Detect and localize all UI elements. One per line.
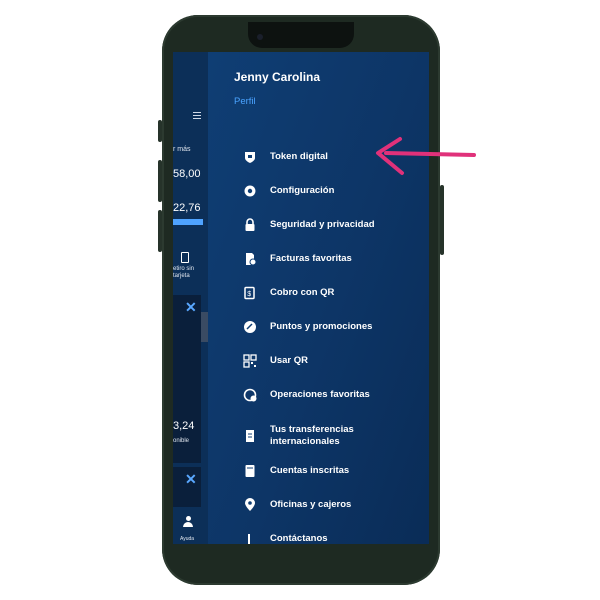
- shield-icon: [241, 148, 259, 166]
- menu-item-label: Tus transferencias internacionales: [270, 424, 354, 447]
- menu-item-label: Token digital: [270, 151, 328, 162]
- location-pin-icon: [241, 496, 259, 514]
- menu-item-configuración[interactable]: Configuración: [241, 182, 334, 200]
- qr-payment-icon: $: [241, 284, 259, 302]
- phone-side-button: [158, 120, 162, 142]
- close-icon-2[interactable]: ✕: [185, 471, 197, 488]
- favorite-operations-icon: [241, 386, 259, 404]
- profile-link[interactable]: Perfil: [234, 96, 256, 107]
- accounts-icon: [241, 462, 259, 480]
- menu-item-cuentas-inscritas[interactable]: Cuentas inscritas: [241, 462, 349, 480]
- phone-notch: [248, 22, 354, 48]
- menu-item-puntos-y-promociones[interactable]: Puntos y promociones: [241, 318, 372, 336]
- user-name: Jenny Carolina: [234, 70, 321, 84]
- invoice-icon: [241, 250, 259, 268]
- phone-volume-down: [158, 210, 162, 252]
- help-label[interactable]: Ayuda: [180, 536, 194, 543]
- menu-item-label: Configuración: [270, 185, 335, 196]
- menu-item-label: Contáctanos: [270, 533, 328, 544]
- points-icon: [241, 318, 259, 336]
- available-caption: onible: [173, 438, 190, 444]
- menu-item-label: Oficinas y cajeros: [270, 499, 352, 510]
- menu-item-cobro-con-qr[interactable]: $ Cobro con QR: [241, 284, 334, 302]
- qr-code-icon: [241, 352, 259, 370]
- menu-item-token-digital[interactable]: Token digital: [241, 148, 328, 166]
- menu-item-label: Cobro con QR: [270, 287, 335, 298]
- menu-item-usar-qr[interactable]: Usar QR: [241, 352, 308, 370]
- phone-power-button: [440, 185, 444, 255]
- person-icon[interactable]: [183, 516, 193, 528]
- international-transfer-icon: [241, 427, 259, 445]
- menu-item-label: Seguridad y privacidad: [270, 219, 375, 230]
- menu-item-oficinas-y-cajeros[interactable]: Oficinas y cajeros: [241, 496, 351, 514]
- withdraw-label[interactable]: etiro sin tarjeta: [173, 266, 194, 280]
- menu-item-label: Cuentas inscritas: [270, 465, 350, 476]
- cash-withdraw-icon: [181, 252, 189, 263]
- menu-item-facturas-favoritas[interactable]: Facturas favoritas: [241, 250, 352, 268]
- menu-item-contáctanos[interactable]: Contáctanos: [241, 530, 328, 544]
- scroll-indicator: [201, 312, 208, 342]
- phone-volume-up: [158, 160, 162, 202]
- pointer-arrow: [376, 137, 476, 175]
- balance-amount-3: 3,24: [173, 420, 195, 432]
- camera-icon: [257, 34, 263, 40]
- menu-item-label: Operaciones favoritas: [270, 389, 370, 400]
- see-more-link[interactable]: r más: [173, 146, 191, 153]
- menu-item-seguridad-y-privacidad[interactable]: Seguridad y privacidad: [241, 216, 375, 234]
- close-icon[interactable]: ✕: [185, 299, 197, 316]
- menu-item-label: Usar QR: [270, 355, 309, 366]
- menu-lines-icon[interactable]: [193, 112, 201, 121]
- balance-progress: [173, 219, 203, 225]
- contact-icon: [241, 530, 259, 544]
- menu-item-tus-transferencias-internacionales[interactable]: Tus transferencias internacionales: [241, 424, 354, 448]
- balance-amount-2: 22,76: [173, 202, 201, 214]
- lock-icon: [241, 216, 259, 234]
- gear-icon: [241, 182, 259, 200]
- menu-item-operaciones-favoritas[interactable]: Operaciones favoritas: [241, 386, 370, 404]
- svg-text:$: $: [247, 291, 251, 298]
- balance-amount-1: 58,00: [173, 168, 201, 180]
- menu-item-label: Puntos y promociones: [270, 321, 373, 332]
- menu-item-label: Facturas favoritas: [270, 253, 352, 264]
- phone-screen: r más 58,00 22,76 etiro sin tarjeta ✕ 3,…: [173, 52, 429, 544]
